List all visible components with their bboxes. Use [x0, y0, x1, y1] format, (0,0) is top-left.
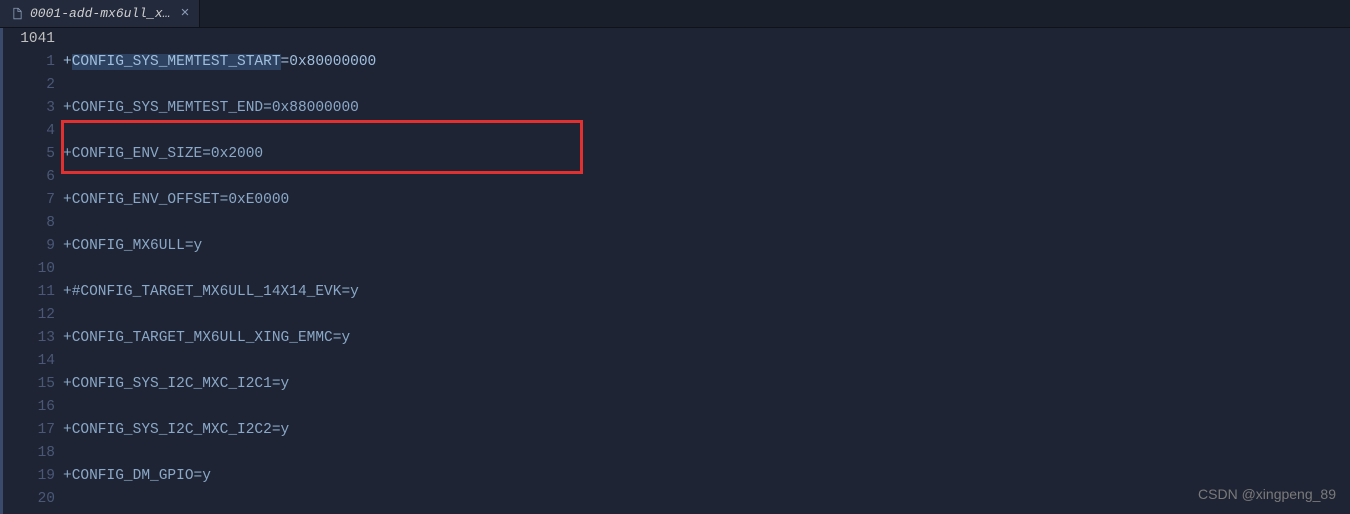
line-number: 14 — [3, 350, 55, 373]
line-number: 8 — [3, 212, 55, 235]
tab-file[interactable]: 0001-add-mx6ull_x… × — [0, 0, 200, 27]
line-number: 2 — [3, 74, 55, 97]
line-number: 13 — [3, 327, 55, 350]
code-line: +CONFIG_SYS_MEMTEST_END=0x88000000 — [63, 97, 1350, 120]
code-line: +CONFIG_SYS_I2C_MXC_I2C1=y — [63, 373, 1350, 396]
line-number: 7 — [3, 189, 55, 212]
tab-title: 0001-add-mx6ull_x… — [30, 2, 170, 25]
code-line: +#CONFIG_TARGET_MX6ULL_14X14_EVK=y — [63, 281, 1350, 304]
code-line: +CONFIG_MX6ULL=y — [63, 235, 1350, 258]
line-number: 19 — [3, 465, 55, 488]
line-number: 1 — [3, 51, 55, 74]
line-number: 20 — [3, 488, 55, 511]
line-number: 12 — [3, 304, 55, 327]
line-number: 3 — [3, 97, 55, 120]
line-number: 17 — [3, 419, 55, 442]
line-number: 11 — [3, 281, 55, 304]
code-line: +CONFIG_SYS_I2C_MXC_I2C2=y — [63, 419, 1350, 442]
close-icon[interactable]: × — [180, 2, 189, 25]
code-line: +CONFIG_DM_GPIO=y — [63, 465, 1350, 488]
line-number: 4 — [3, 120, 55, 143]
line-number-gutter: 1041 1 2 3 4 5 6 7 8 9 10 11 12 13 14 15… — [3, 28, 63, 514]
line-number: 15 — [3, 373, 55, 396]
line-number: 9 — [3, 235, 55, 258]
code-line: +CONFIG_TARGET_MX6ULL_XING_EMMC=y — [63, 327, 1350, 350]
line-number: 1041 — [3, 28, 55, 51]
code-content[interactable]: +CONFIG_SYS_MEMTEST_START=0x80000000 +CO… — [63, 28, 1350, 514]
file-icon — [10, 7, 24, 21]
code-line: +CONFIG_ENV_OFFSET=0xE0000 — [63, 189, 1350, 212]
line-number: 16 — [3, 396, 55, 419]
tab-bar: 0001-add-mx6ull_x… × — [0, 0, 1350, 28]
code-line: +CONFIG_ENV_SIZE=0x2000 — [63, 143, 1350, 166]
line-number: 18 — [3, 442, 55, 465]
editor-area[interactable]: 1041 1 2 3 4 5 6 7 8 9 10 11 12 13 14 15… — [0, 28, 1350, 514]
line-number: 5 — [3, 143, 55, 166]
line-number: 10 — [3, 258, 55, 281]
line-number: 6 — [3, 166, 55, 189]
code-line: +CONFIG_SYS_MEMTEST_START=0x80000000 — [63, 51, 1350, 74]
watermark: CSDN @xingpeng_89 — [1198, 483, 1336, 506]
